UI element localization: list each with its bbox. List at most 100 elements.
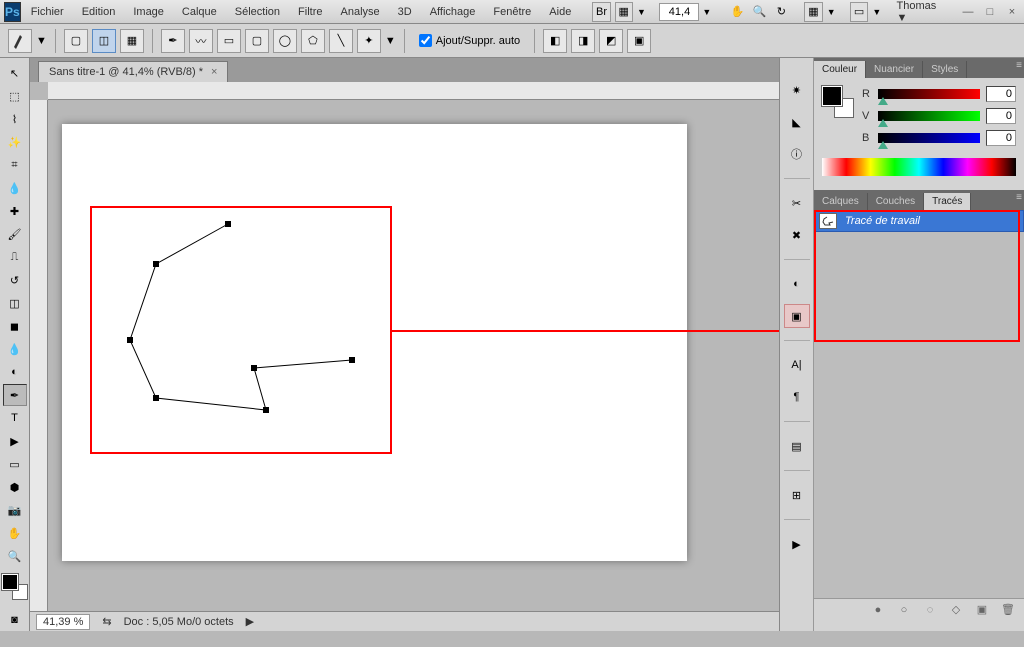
workspace-name[interactable]: Thomas ▼ (887, 0, 950, 27)
path-ops-4[interactable]: ▣ (627, 29, 651, 53)
dropdown-arrow-icon[interactable]: ▼ (636, 7, 647, 17)
tab-calques[interactable]: Calques (814, 193, 868, 210)
eyedropper-tool[interactable]: 💧 (3, 177, 27, 199)
zoom-tool-icon[interactable]: 🔍 (751, 2, 769, 22)
menu-fenetre[interactable]: Fenêtre (485, 3, 539, 21)
menu-aide[interactable]: Aide (541, 3, 579, 21)
freeform-pen-icon[interactable]: 〰 (189, 29, 213, 53)
custom-shape-icon[interactable]: ✦ (357, 29, 381, 53)
panel-fg-swatch[interactable] (822, 86, 842, 106)
path-item-work[interactable]: Tracé de travail (814, 210, 1024, 232)
blur-tool[interactable]: 💧 (3, 338, 27, 360)
slider-thumb[interactable] (878, 119, 888, 127)
healing-tool[interactable]: ✚ (3, 200, 27, 222)
color-panel-menu-icon[interactable]: ≡ (1016, 60, 1022, 71)
move-tool[interactable]: ↖ (3, 62, 27, 84)
fill-path-icon[interactable]: ● (870, 602, 886, 618)
slider-value[interactable]: 0 (986, 108, 1016, 124)
menu-fichier[interactable]: Fichier (23, 3, 72, 21)
masks-icon[interactable]: ✖ (784, 223, 810, 247)
layer-comps-icon[interactable]: ⊞ (784, 483, 810, 507)
arrange-button[interactable]: ▦ (804, 2, 822, 22)
ellipse-icon[interactable]: ◯ (273, 29, 297, 53)
pen-icon[interactable]: ✒ (161, 29, 185, 53)
lasso-tool[interactable]: ⌇ (3, 108, 27, 130)
tab-traces[interactable]: Tracés (924, 193, 971, 210)
brush-tool[interactable]: 🖌 (3, 223, 27, 245)
3d-tool[interactable]: ⬢ (3, 476, 27, 498)
hand-tool[interactable]: ✋ (3, 522, 27, 544)
tab-nuancier[interactable]: Nuancier (866, 61, 923, 78)
zoom-tool[interactable]: 🔍 (3, 545, 27, 567)
minimize-button[interactable]: — (960, 6, 976, 18)
character-icon[interactable]: A| (784, 353, 810, 377)
rect-shape-icon[interactable]: ▭ (217, 29, 241, 53)
rounded-rect-icon[interactable]: ▢ (245, 29, 269, 53)
paragraph-icon[interactable]: ¶ (784, 385, 810, 409)
path-from-selection-icon[interactable]: ◇ (948, 602, 964, 618)
screen-dropdown-icon[interactable]: ▼ (871, 7, 882, 17)
navigator-icon[interactable]: ✷ (784, 78, 810, 102)
slider-track[interactable] (878, 89, 980, 99)
menu-analyse[interactable]: Analyse (333, 3, 388, 21)
menu-edition[interactable]: Edition (74, 3, 124, 21)
pen-tool-preset-icon[interactable] (8, 29, 32, 53)
marquee-tool[interactable]: ⬚ (3, 85, 27, 107)
maximize-button[interactable]: □ (982, 6, 998, 18)
clone-source-icon[interactable]: ▣ (784, 304, 810, 328)
zoom-dropdown-icon[interactable]: ▼ (701, 7, 712, 17)
paths-panel-menu-icon[interactable]: ≡ (1016, 192, 1022, 203)
tab-styles[interactable]: Styles (923, 61, 967, 78)
foreground-swatch[interactable] (2, 574, 18, 590)
brush-panel-icon[interactable]: ◐ (784, 272, 810, 296)
fill-pixels-button[interactable]: ▦ (120, 29, 144, 53)
polygon-icon[interactable]: ⬠ (301, 29, 325, 53)
history-brush-tool[interactable]: ↺ (3, 269, 27, 291)
selection-from-path-icon[interactable]: ◌ (922, 602, 938, 618)
dodge-tool[interactable]: ◐ (3, 361, 27, 383)
zoom-field[interactable]: 41,4 (659, 3, 699, 21)
menu-3d[interactable]: 3D (390, 3, 420, 21)
tab-couches[interactable]: Couches (868, 193, 924, 210)
type-tool[interactable]: T (3, 407, 27, 429)
arrange-dropdown-icon[interactable]: ▼ (826, 7, 837, 17)
hand-tool-icon[interactable]: ✋ (729, 2, 747, 22)
shape-dropdown-icon[interactable]: ▼ (385, 35, 396, 47)
status-dropdown-icon[interactable]: ▶ (246, 615, 254, 628)
menu-selection[interactable]: Sélection (227, 3, 288, 21)
preset-dropdown-icon[interactable]: ▼ (36, 35, 47, 47)
path-ops-1[interactable]: ◧ (543, 29, 567, 53)
color-swatches[interactable] (2, 574, 28, 600)
new-path-icon[interactable]: ▣ (974, 602, 990, 618)
slider-r[interactable]: R 0 (862, 86, 1016, 102)
tab-couleur[interactable]: Couleur (814, 61, 866, 78)
menu-calque[interactable]: Calque (174, 3, 225, 21)
bridge-button[interactable]: Br (592, 2, 610, 22)
adjustments-icon[interactable]: ✂ (784, 191, 810, 215)
menu-image[interactable]: Image (125, 3, 172, 21)
paths-button[interactable]: ◫ (92, 29, 116, 53)
menu-affichage[interactable]: Affichage (422, 3, 484, 21)
3d-camera-tool[interactable]: 📷 (3, 499, 27, 521)
slider-thumb[interactable] (878, 97, 888, 105)
line-icon[interactable]: ╲ (329, 29, 353, 53)
delete-path-icon[interactable]: 🗑 (1000, 602, 1016, 618)
shape-tool[interactable]: ▭ (3, 453, 27, 475)
info-icon[interactable]: ⓘ (784, 142, 810, 166)
actions-icon[interactable]: ▶ (784, 532, 810, 556)
gradient-tool[interactable]: ◼ (3, 315, 27, 337)
mini-bridge-button[interactable]: ▦ (615, 2, 633, 22)
close-button[interactable]: × (1004, 6, 1020, 18)
pen-tool[interactable]: ✒ (3, 384, 27, 406)
status-zoom[interactable]: 41,39 % (36, 614, 90, 630)
slider-track[interactable] (878, 133, 980, 143)
slider-v[interactable]: V 0 (862, 108, 1016, 124)
shape-layers-button[interactable]: ▢ (64, 29, 88, 53)
path-select-tool[interactable]: ▶ (3, 430, 27, 452)
canvas-viewport[interactable] (30, 82, 779, 611)
vector-path[interactable] (30, 82, 760, 611)
quick-mask-button[interactable]: ◙ (3, 609, 27, 631)
slider-thumb[interactable] (878, 141, 888, 149)
auto-add-delete-checkbox[interactable]: Ajout/Suppr. auto (413, 34, 526, 47)
notes-icon[interactable]: ▤ (784, 434, 810, 458)
